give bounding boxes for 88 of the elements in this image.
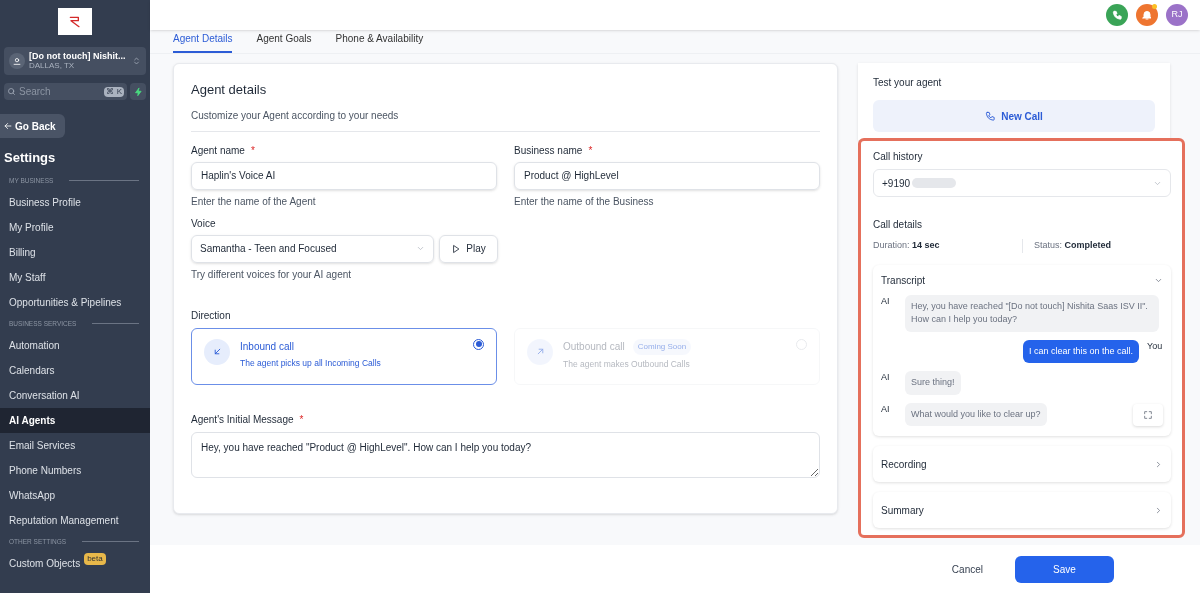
collapsible-section[interactable]: Recording: [873, 446, 1171, 482]
chevron-down-icon: [416, 244, 425, 253]
phone-icon: [985, 110, 997, 122]
call-duration: Duration: 14 sec: [873, 239, 1023, 253]
sidebar-item[interactable]: Business Profile: [0, 189, 150, 215]
required-mark: *: [299, 413, 304, 427]
phone-icon: [1111, 9, 1123, 21]
cancel-button[interactable]: Cancel: [951, 561, 983, 577]
account-switcher[interactable]: [Do not touch] Nishit... DALLAS, TX: [4, 47, 146, 75]
search-input[interactable]: Search: [19, 84, 102, 99]
field-label: Business name: [514, 144, 583, 158]
option-description: The agent makes Outbound Calls: [563, 357, 691, 371]
sidebar-item[interactable]: My Profile: [0, 214, 150, 240]
sidebar-item[interactable]: WhatsApp: [0, 482, 150, 508]
play-button[interactable]: Play: [439, 234, 498, 263]
field-label: Call history: [873, 150, 924, 164]
collapsible-section[interactable]: Summary: [873, 492, 1171, 528]
call-history-dropdown[interactable]: +9190: [873, 169, 1171, 197]
option-title: Inbound call: [240, 339, 294, 354]
field-label: Direction: [191, 309, 231, 323]
field-label: Agent name: [191, 144, 245, 158]
chevron-right-icon: [1154, 459, 1163, 469]
redacted-block: [912, 178, 957, 188]
sidebar-item[interactable]: Calendars: [0, 357, 150, 383]
call-status: Status: Completed: [1033, 239, 1112, 252]
voice-dropdown[interactable]: Samantha - Teen and Focused: [191, 234, 434, 263]
sidebar-item[interactable]: Custom Objects beta: [0, 550, 150, 576]
field-hint: Enter the name of the Business: [514, 194, 655, 209]
speaker-label: AI: [881, 294, 891, 308]
tab[interactable]: Agent Goals: [256, 31, 312, 53]
account-location: DALLAS, TX: [29, 61, 76, 71]
sidebar-item[interactable]: My Staff: [0, 264, 150, 290]
option-description: The agent picks up all Incoming Calls: [240, 356, 382, 370]
phone-button[interactable]: [1106, 4, 1128, 26]
chevron-up-down-icon: [132, 55, 141, 67]
quick-action-button[interactable]: [130, 83, 146, 100]
message-textarea[interactable]: Hey, you have reached "Product @ HighLevel". How can I help you today?: [191, 431, 820, 478]
sidebar-item[interactable]: Billing: [0, 239, 150, 265]
go-back-button[interactable]: Go Back: [0, 114, 65, 138]
expand-icon: [1143, 410, 1153, 420]
user-avatar[interactable]: RJ: [1166, 4, 1188, 26]
search-field[interactable]: Search ⌘ K: [4, 83, 127, 100]
expand-button[interactable]: [1133, 404, 1163, 426]
new-call-button[interactable]: New Call: [873, 100, 1155, 132]
save-button[interactable]: Save: [1015, 555, 1114, 583]
message-bubble: Sure thing!: [905, 371, 961, 395]
text-input[interactable]: Haplin's Voice AI: [191, 161, 497, 190]
field-hint: Enter the name of the Agent: [191, 194, 317, 209]
card-title: Agent details: [191, 81, 268, 99]
panel-title: Test your agent: [873, 76, 943, 90]
message-bubble: Hey, you have reached "[Do not touch] Nishita Saas ISV II". How can I help you today?: [905, 294, 1159, 332]
field-hint: Try different voices for your AI agent: [191, 267, 353, 282]
required-mark: *: [588, 144, 593, 158]
account-name: [Do not touch] Nishit...: [29, 51, 127, 61]
section-title: Call details: [873, 218, 923, 232]
direction-option[interactable]: Inbound call The agent picks up all Incoming Calls: [191, 327, 497, 385]
sidebar-item[interactable]: Reputation Management: [0, 507, 150, 533]
transcript-header[interactable]: Transcript: [881, 272, 1163, 288]
speaker-label: AI: [881, 371, 891, 384]
required-mark: *: [250, 144, 255, 158]
settings-title: Settings: [3, 149, 57, 167]
tab[interactable]: Agent Details: [173, 31, 233, 53]
tab[interactable]: Phone & Availability: [335, 31, 424, 53]
coming-soon-badge: Coming Soon: [632, 338, 692, 355]
sidebar-item[interactable]: Conversation AI: [0, 382, 150, 408]
sidebar-item[interactable]: AI Agents: [0, 407, 150, 433]
text-input[interactable]: Product @ HighLevel: [514, 161, 820, 190]
sidebar-item[interactable]: Opportunities & Pipelines: [0, 289, 150, 315]
sidebar-item[interactable]: Automation: [0, 332, 150, 358]
notifications-button[interactable]: [1136, 4, 1158, 26]
search-icon: [7, 87, 16, 96]
field-label: Agent's Initial Message: [191, 413, 294, 427]
sidebar-item[interactable]: Phone Numbers: [0, 457, 150, 483]
speaker-label: AI: [881, 402, 891, 416]
bell-icon: [1141, 9, 1153, 21]
message-bubble: What would you like to clear up?: [905, 402, 1047, 426]
card-subtitle: Customize your Agent according to your needs: [191, 107, 820, 132]
sidebar-item[interactable]: Email Services: [0, 432, 150, 458]
shortcut-key: ⌘ K: [104, 86, 124, 97]
chevron-right-icon: [1154, 505, 1163, 515]
message-bubble: I can clear this on the call.: [1022, 339, 1139, 363]
arrow-left-icon: [3, 121, 13, 131]
lightning-icon: [133, 86, 143, 97]
option-title: Outbound call: [563, 340, 625, 354]
play-icon: [451, 243, 462, 254]
speaker-label: You: [1147, 339, 1163, 353]
beta-badge: beta: [84, 553, 106, 565]
field-label: Voice: [191, 217, 216, 231]
